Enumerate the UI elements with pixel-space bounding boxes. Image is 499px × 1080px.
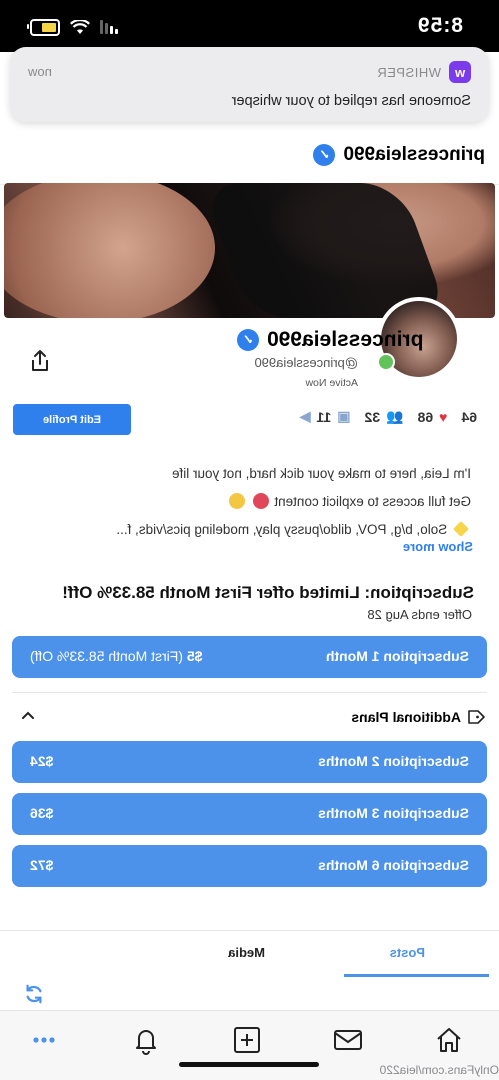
page-title: princessleia990 ✓ (313, 144, 485, 166)
stat-likes: ♥ 68 (418, 409, 448, 425)
bio-line: Get full access to explicit content (26, 488, 471, 516)
whisper-app-icon: w (449, 61, 471, 83)
wifi-icon (70, 19, 90, 34)
subscription-label: Subscription 3 Months (318, 805, 469, 821)
notification-app-name: WHISPER (376, 64, 441, 80)
subscription-label: Subscription 2 Months (318, 753, 469, 769)
stat-posts: 64 (461, 409, 477, 425)
profile-name: princessleia990 ✓ (237, 328, 423, 352)
stat-videos: ▣ 11 ▶ (300, 408, 351, 425)
status-bar: 8:59 (0, 0, 499, 52)
subscription-title: Subscription: Limited offer First Month … (62, 583, 474, 602)
verified-badge-icon: ✓ (237, 329, 259, 351)
notification-banner[interactable]: w WHISPER now Someone has replied to you… (10, 47, 489, 122)
header-username: princessleia990 (343, 144, 485, 165)
subscription-price: $24 (30, 753, 54, 769)
subscribe-2-months-button[interactable]: Subscription 2 Months $24 (12, 741, 487, 783)
more-icon[interactable] (29, 1025, 59, 1055)
page-header: princessleia990 ✓ (0, 122, 499, 185)
home-icon[interactable] (434, 1025, 464, 1055)
photo-icon: ▣ (337, 408, 351, 424)
status-time: 8:59 (416, 14, 463, 37)
profile-bio: I'm Leia, here to make your dick hard, n… (26, 460, 471, 544)
divider (12, 692, 487, 693)
edit-profile-button[interactable]: Edit Profile (13, 404, 131, 435)
chevron-up-icon[interactable] (20, 707, 36, 723)
photos-count: 32 (364, 408, 381, 425)
additional-plans-title: Additional Plans (351, 709, 461, 725)
online-status-dot (377, 353, 395, 371)
additional-plans-label: Additional Plans (351, 709, 485, 725)
notifications-bell-icon[interactable] (131, 1025, 161, 1055)
videos-count: 11 (316, 408, 332, 425)
mirrored-screen: 8:59 w WHISPER now Someone has replied t… (0, 0, 499, 1080)
add-post-icon[interactable] (232, 1025, 262, 1055)
home-indicator[interactable] (179, 1062, 319, 1067)
profile-status: Active Now (305, 377, 358, 389)
watermark-url: OnlyFans.com/leia220 (379, 1063, 499, 1077)
posts-count: 64 (461, 408, 477, 425)
subscription-price: $72 (30, 857, 54, 873)
users-icon: 👥 (386, 408, 404, 424)
subscription-label: Subscription 6 Months (318, 857, 469, 873)
active-tab-indicator (344, 974, 489, 977)
content-tabs: Posts Media (0, 930, 499, 977)
sparkles-icon (453, 521, 469, 537)
tab-media[interactable]: Media (228, 945, 265, 960)
verified-badge-icon: ✓ (313, 144, 336, 166)
notification-app: w WHISPER (377, 61, 471, 83)
bio-line-text: Solo, b/g, POV, dildo/pussy play, modeli… (116, 522, 448, 537)
likes-count: 68 (417, 408, 434, 425)
shocked-face-icon (228, 493, 245, 509)
messages-icon[interactable] (333, 1025, 363, 1055)
tag-icon (468, 710, 485, 724)
show-more-link[interactable]: Show more (403, 539, 473, 554)
price-note: (First Month 58.33% Off) (30, 648, 184, 664)
18-plus-icon (252, 493, 269, 509)
subscription-label: Subscription 1 Month (325, 648, 469, 664)
notification-message: Someone has replied to your whisper (231, 93, 471, 109)
subscribe-1-month-button[interactable]: Subscription 1 Month $5 (First Month 58.… (12, 636, 487, 678)
battery-icon (30, 18, 60, 36)
notification-time: now (28, 64, 52, 79)
profile-name-text: princessleia990 (267, 328, 424, 351)
video-icon: ▶ (299, 408, 311, 424)
status-icons (30, 18, 118, 36)
refresh-icon[interactable] (23, 983, 45, 1005)
subscribe-6-months-button[interactable]: Subscription 6 Months $72 (12, 845, 487, 887)
share-icon[interactable] (28, 349, 52, 373)
bio-line: I'm Leia, here to make your dick hard, n… (172, 466, 471, 481)
subscription-price: $36 (30, 805, 54, 821)
heart-icon: ♥ (439, 408, 448, 425)
price-value: $5 (186, 648, 203, 664)
profile-handle: @princessleia990 (254, 355, 358, 370)
additional-plans-header[interactable]: Additional Plans (12, 707, 485, 729)
bio-line-text: Get full access to explicit content (274, 494, 471, 509)
tab-posts[interactable]: Posts (390, 945, 425, 960)
stat-photos: 👥 32 (365, 408, 404, 425)
offer-ends-text: Offer ends Aug 28 (367, 607, 472, 622)
subscribe-3-months-button[interactable]: Subscription 3 Months $36 (12, 793, 487, 835)
subscription-price: $5 (First Month 58.33% Off) (30, 648, 202, 664)
profile-stats: 64 ♥ 68 👥 32 ▣ 11 ▶ (300, 408, 477, 425)
cellular-signal-icon (100, 20, 118, 34)
